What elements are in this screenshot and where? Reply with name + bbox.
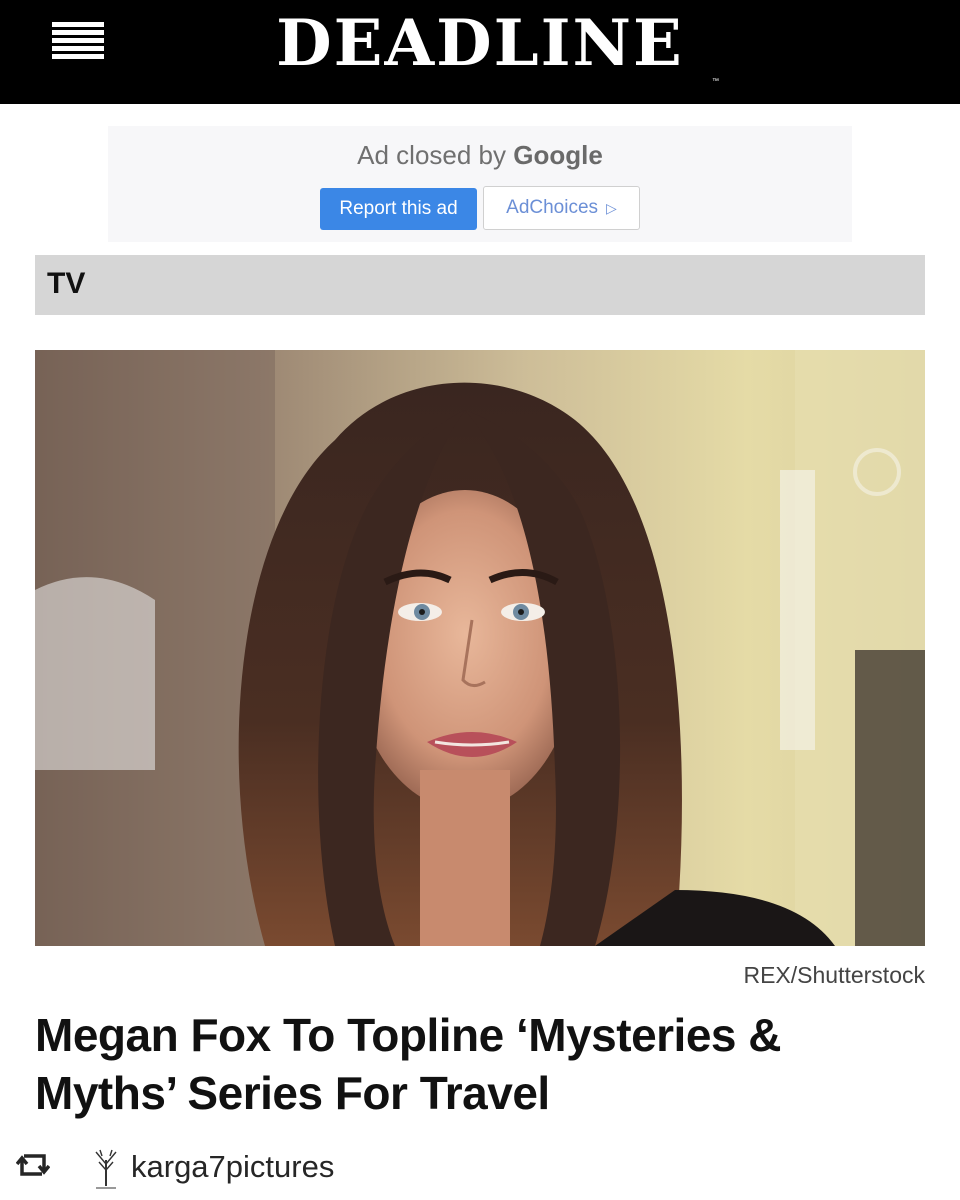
- ad-closed-prefix: Ad closed by: [357, 140, 507, 170]
- adchoices-label: AdChoices: [506, 197, 599, 218]
- adchoices-play-icon: ▷: [606, 199, 617, 216]
- ad-container: Ad closed by Google Report this ad AdCho…: [108, 126, 852, 242]
- trademark-mark: ™: [712, 78, 719, 85]
- report-ad-button[interactable]: Report this ad: [320, 188, 477, 230]
- adchoices-button[interactable]: AdChoices ▷: [483, 186, 640, 230]
- section-header: TV: [35, 255, 925, 315]
- repost-footer: karga7pictures: [16, 1146, 946, 1194]
- section-label[interactable]: TV: [47, 267, 85, 301]
- karga7-logo-icon[interactable]: [88, 1146, 124, 1192]
- image-credit: REX/Shutterstock: [743, 962, 925, 988]
- repost-icon: [16, 1154, 50, 1176]
- article-headline[interactable]: Megan Fox To Topline ‘Mysteries & Myths’…: [35, 1006, 925, 1122]
- repost-account-name[interactable]: karga7pictures: [131, 1149, 334, 1185]
- ad-closed-brand: Google: [513, 140, 603, 170]
- portrait-photo: [35, 350, 925, 946]
- site-logo[interactable]: DEADLINE: [0, 2, 960, 86]
- article-hero-image: [35, 350, 925, 946]
- ad-closed-message: Ad closed by Google: [108, 140, 852, 171]
- site-header: DEADLINE ™: [0, 0, 960, 104]
